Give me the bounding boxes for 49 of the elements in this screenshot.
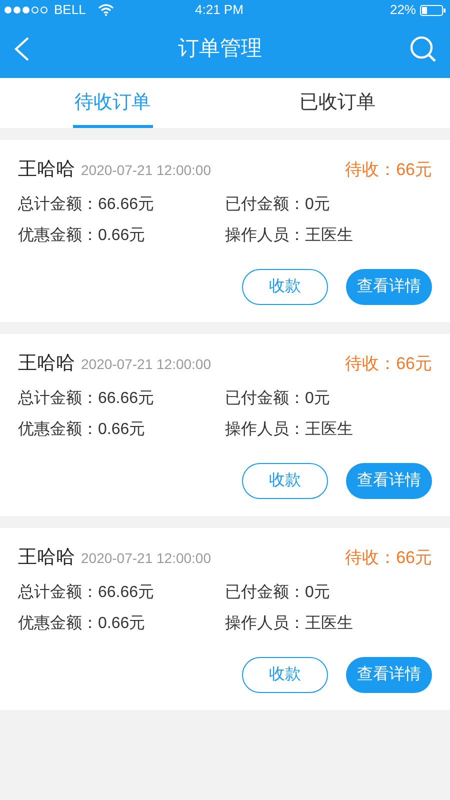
field-label: 操作人员： (225, 420, 305, 440)
page-title: 订单管理 (178, 36, 262, 62)
customer-name: 王哈哈 (18, 546, 75, 570)
pending-amount: 待收：66元 (345, 159, 432, 181)
details-button[interactable]: 查看详情 (346, 462, 432, 498)
field-value: 王医生 (305, 226, 353, 246)
field-label: 已付金额： (225, 194, 305, 214)
field-label: 已付金额： (225, 582, 305, 602)
collect-button[interactable]: 收款 (242, 462, 328, 498)
field-label: 已付金额： (225, 388, 305, 408)
field-label: 优惠金额： (18, 420, 98, 440)
field-label: 优惠金额： (18, 614, 98, 634)
tab[interactable]: 待收订单 (72, 78, 152, 128)
field-value: 0元 (305, 582, 330, 602)
field-value: 王医生 (305, 614, 353, 634)
field-value: 66.66元 (98, 194, 154, 214)
pending-amount: 待收：66元 (345, 547, 432, 569)
customer-name: 王哈哈 (18, 352, 75, 376)
order-datetime: 2020-07-21 12:00:00 (81, 355, 211, 374)
tab[interactable]: 已收订单 (298, 78, 378, 128)
collect-button[interactable]: 收款 (242, 656, 328, 692)
order-datetime: 2020-07-21 12:00:00 (81, 161, 211, 180)
search-icon[interactable] (410, 36, 436, 62)
collect-button[interactable]: 收款 (242, 268, 328, 304)
field-value: 0.66元 (98, 226, 146, 246)
field-value: 66.66元 (98, 582, 154, 602)
field-value: 王医生 (305, 420, 353, 440)
field-label: 总计金额： (18, 388, 98, 408)
wifi-icon (98, 4, 114, 16)
order-datetime: 2020-07-21 12:00:00 (81, 549, 211, 568)
carrier-name: BELL (54, 1, 86, 20)
back-icon[interactable] (14, 37, 30, 61)
field-label: 总计金额： (18, 194, 98, 214)
battery-percent: 22% (390, 1, 416, 20)
customer-name: 王哈哈 (18, 158, 75, 182)
details-button[interactable]: 查看详情 (346, 656, 432, 692)
field-value: 0.66元 (98, 614, 146, 634)
pending-amount: 待收：66元 (345, 353, 432, 375)
status-time: 4:21 PM (195, 1, 244, 20)
field-value: 0元 (305, 388, 330, 408)
field-label: 操作人员： (225, 614, 305, 634)
field-value: 0元 (305, 194, 330, 214)
field-label: 操作人员： (225, 226, 305, 246)
battery-icon (420, 4, 446, 16)
field-value: 66.66元 (98, 388, 154, 408)
details-button[interactable]: 查看详情 (346, 268, 432, 304)
field-value: 0.66元 (98, 420, 146, 440)
field-label: 总计金额： (18, 582, 98, 602)
field-label: 优惠金额： (18, 226, 98, 246)
